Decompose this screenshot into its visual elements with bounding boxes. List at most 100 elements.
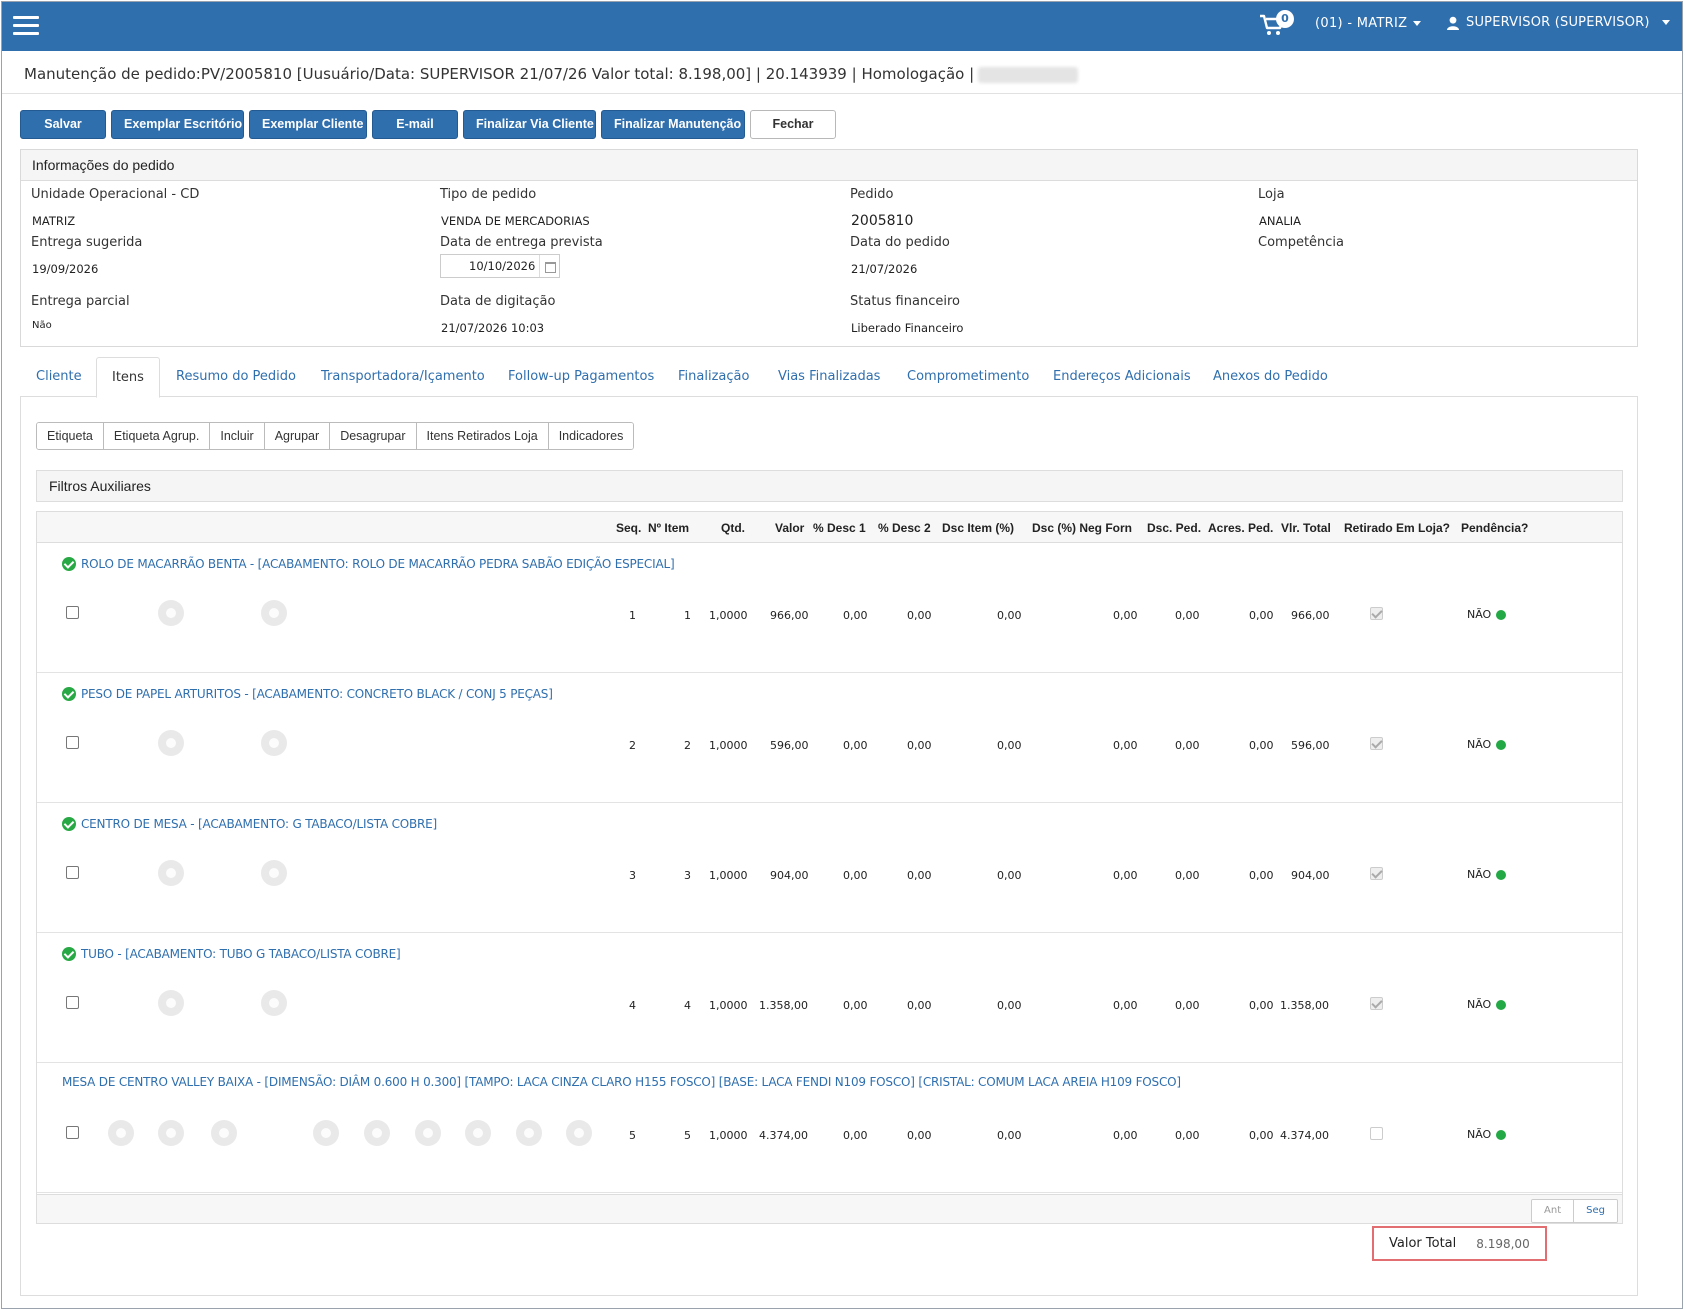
tab-itens[interactable]: Itens (96, 357, 160, 398)
data-entrega-input[interactable]: 10/10/2026 (440, 254, 560, 278)
col-valor: Valor (775, 521, 805, 535)
incluir-button[interactable]: Incluir (210, 423, 265, 449)
row-checkbox[interactable] (66, 996, 79, 1009)
action-toolbar: Salvar Exemplar Escritório Exemplar Clie… (20, 110, 836, 139)
tag-icon[interactable] (261, 600, 287, 626)
save-button[interactable]: Salvar (20, 110, 106, 139)
edit-icon[interactable] (108, 1120, 134, 1146)
remove-icon[interactable] (211, 1120, 237, 1146)
etiqueta-agrup-button[interactable]: Etiqueta Agrup. (103, 423, 211, 449)
finalizar-manutencao-button[interactable]: Finalizar Manutenção (601, 110, 745, 139)
link-icon[interactable] (566, 1120, 592, 1146)
tab-follow-up-pagamentos[interactable]: Follow-up Pagamentos (508, 357, 654, 397)
col-dsc-ped: Dsc. Ped. (1147, 521, 1202, 535)
check-circle-icon (62, 817, 76, 831)
total-summary: Valor Total 8.198,00 (1372, 1226, 1547, 1261)
star-icon[interactable] (415, 1120, 441, 1146)
itens-retirados-loja-button[interactable]: Itens Retirados Loja (416, 423, 549, 449)
tag-icon[interactable] (261, 860, 287, 886)
tab-enderecos-adicionais[interactable]: Endereços Adicionais (1053, 357, 1191, 397)
row-checkbox[interactable] (66, 606, 79, 619)
status-dot-icon (1496, 999, 1507, 1010)
prev-page-button[interactable]: Ant (1532, 1200, 1575, 1222)
col-seq: Seq. (616, 521, 642, 535)
pendencia-status: NÃO (1467, 868, 1507, 881)
pedido-value: 2005810 (851, 213, 914, 229)
item-title-link[interactable]: MESA DE CENTRO VALLEY BAIXA - [DIMENSÃO:… (62, 1075, 1181, 1089)
cell-valor: 596,00 (770, 739, 809, 752)
settings-icon[interactable] (313, 1120, 339, 1146)
etiqueta-button[interactable]: Etiqueta (37, 423, 104, 449)
tab-transportadora[interactable]: Transportadora/Içamento (321, 357, 485, 397)
row-checkbox[interactable] (66, 736, 79, 749)
check-circle-icon (62, 557, 76, 571)
cell-dsc-neg: 0,00 (1113, 1129, 1138, 1142)
col-acres-ped: Acres. Ped. (1208, 521, 1274, 535)
history-icon[interactable] (158, 860, 184, 886)
panel-heading: Informações do pedido (21, 150, 1637, 181)
cart-button[interactable]: 0 (1259, 10, 1294, 39)
retirado-checkbox (1370, 1127, 1383, 1140)
exemplar-cliente-button[interactable]: Exemplar Cliente (249, 110, 367, 139)
indicadores-button[interactable]: Indicadores (548, 423, 634, 449)
history-icon[interactable] (158, 600, 184, 626)
unidade-value: MATRIZ (32, 214, 76, 228)
tab-resumo-do-pedido[interactable]: Resumo do Pedido (176, 357, 296, 397)
app-window: 0 (01) - MATRIZ SUPERVISOR (SUPERVISOR) … (1, 1, 1683, 1309)
cell-vlr-total: 904,00 (1291, 869, 1330, 882)
col-desc1: % Desc 1 (813, 521, 866, 535)
col-nitem: Nº Item (648, 521, 690, 535)
cell-seq: 1 (629, 609, 636, 622)
calendar-icon[interactable] (539, 255, 559, 277)
tag-icon[interactable] (261, 730, 287, 756)
email-button[interactable]: E-mail (372, 110, 458, 139)
next-page-button[interactable]: Seg (1574, 1200, 1617, 1222)
tab-anexos-do-pedido[interactable]: Anexos do Pedido (1213, 357, 1328, 397)
pendencia-status: NÃO (1467, 608, 1507, 621)
col-dsc-neg-forn: Dsc (%) Neg Forn (1032, 521, 1133, 535)
swap-icon[interactable] (364, 1120, 390, 1146)
table-row: PESO DE PAPEL ARTURITOS - [ACABAMENTO: C… (37, 673, 1622, 803)
item-title-link[interactable]: CENTRO DE MESA - [ACABAMENTO: G TABACO/L… (62, 817, 437, 831)
user-label: SUPERVISOR (SUPERVISOR) (1466, 15, 1650, 30)
entrega-sugerida-value: 19/09/2026 (32, 262, 99, 276)
history-icon[interactable] (158, 1120, 184, 1146)
status-financeiro-label: Status financeiro (850, 294, 960, 309)
row-checkbox[interactable] (66, 866, 79, 879)
user-dropdown[interactable]: SUPERVISOR (SUPERVISOR) (1446, 15, 1670, 30)
data-digitacao-label: Data de digitação (440, 294, 556, 309)
history-icon[interactable] (158, 730, 184, 756)
cut-icon[interactable] (516, 1120, 542, 1146)
finalizar-via-cliente-button[interactable]: Finalizar Via Cliente (463, 110, 596, 139)
col-dsc-item: Dsc Item (%) (942, 521, 1015, 535)
item-title: ROLO DE MACARRÃO BENTA - [ACABAMENTO: RO… (81, 557, 675, 571)
data-pedido-label: Data do pedido (850, 235, 950, 250)
cell-dsc-ped: 0,00 (1175, 999, 1200, 1012)
exemplar-escritorio-button[interactable]: Exemplar Escritório (111, 110, 244, 139)
tab-cliente[interactable]: Cliente (36, 357, 82, 397)
tag-icon[interactable] (261, 990, 287, 1016)
col-retirado-em-loja: Retirado Em Loja? (1344, 521, 1451, 535)
table-row: ROLO DE MACARRÃO BENTA - [ACABAMENTO: RO… (37, 543, 1622, 673)
cell-nitem: 2 (684, 739, 691, 752)
history-icon[interactable] (158, 990, 184, 1016)
agrupar-button[interactable]: Agrupar (264, 423, 331, 449)
close-button[interactable]: Fechar (750, 110, 836, 139)
desagrupar-button[interactable]: Desagrupar (330, 423, 417, 449)
menu-icon[interactable] (13, 16, 39, 36)
tab-comprometimento[interactable]: Comprometimento (907, 357, 1029, 397)
filtros-auxiliares-panel[interactable]: Filtros Auxiliares (36, 470, 1623, 502)
item-title-link[interactable]: ROLO DE MACARRÃO BENTA - [ACABAMENTO: RO… (62, 557, 675, 571)
status-dot-icon (1496, 739, 1507, 750)
tab-finalizacao[interactable]: Finalização (678, 357, 749, 397)
pendencia-status: NÃO (1467, 1128, 1507, 1141)
external-link-icon[interactable] (465, 1120, 491, 1146)
item-title-link[interactable]: TUBO - [ACABAMENTO: TUBO G TABACO/LISTA … (62, 947, 401, 961)
retirado-checkbox (1370, 867, 1383, 880)
row-checkbox[interactable] (66, 1126, 79, 1139)
cell-seq: 2 (629, 739, 636, 752)
item-title: CENTRO DE MESA - [ACABAMENTO: G TABACO/L… (81, 817, 438, 831)
tab-vias-finalizadas[interactable]: Vias Finalizadas (778, 357, 880, 397)
item-title-link[interactable]: PESO DE PAPEL ARTURITOS - [ACABAMENTO: C… (62, 687, 553, 701)
unit-dropdown[interactable]: (01) - MATRIZ (1315, 16, 1422, 31)
